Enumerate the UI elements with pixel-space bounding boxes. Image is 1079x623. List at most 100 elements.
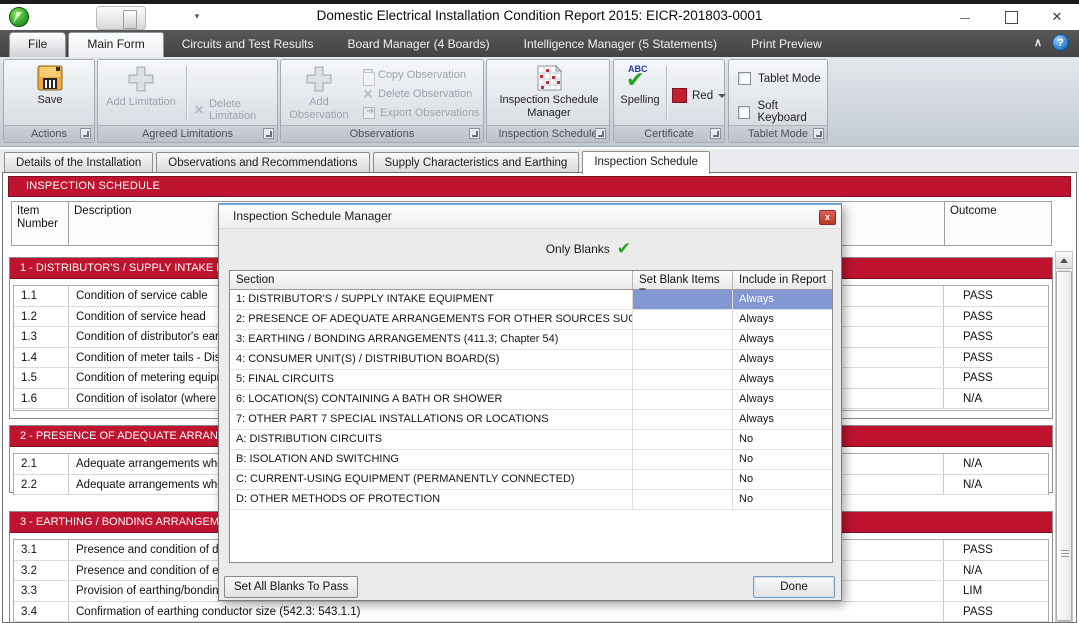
include-cell[interactable]: Always xyxy=(733,350,832,369)
include-cell[interactable]: No xyxy=(733,450,832,469)
done-button[interactable]: Done xyxy=(753,576,835,598)
item-outcome[interactable]: N/A xyxy=(943,561,1048,581)
item-outcome[interactable]: PASS xyxy=(943,348,1048,368)
collapse-ribbon-icon[interactable] xyxy=(1034,36,1042,49)
tab-intelligence-manager[interactable]: Intelligence Manager (5 Statements) xyxy=(508,33,733,57)
item-outcome[interactable]: LIM xyxy=(943,581,1048,601)
add-observation-button[interactable]: Add Observation xyxy=(285,64,353,122)
copy-observation-button[interactable]: Copy Observation xyxy=(363,67,466,83)
soft-keyboard-checkbox[interactable] xyxy=(738,106,750,119)
set-blank-cell[interactable] xyxy=(633,470,733,489)
include-cell[interactable]: No xyxy=(733,490,832,509)
item-number: 1.3 xyxy=(14,327,69,347)
dialog-row[interactable]: D: OTHER METHODS OF PROTECTION No xyxy=(230,490,832,510)
dialog-close-button[interactable] xyxy=(819,210,836,225)
include-cell[interactable]: Always xyxy=(733,390,832,409)
item-outcome[interactable]: N/A xyxy=(943,454,1048,474)
subtab-inspection-schedule[interactable]: Inspection Schedule xyxy=(582,151,710,174)
include-cell[interactable]: Always xyxy=(733,310,832,329)
export-observations-button[interactable]: Export Observations xyxy=(363,105,480,121)
dialog-row[interactable]: A: DISTRIBUTION CIRCUITS No xyxy=(230,430,832,450)
dialog-launcher-icon[interactable] xyxy=(469,128,480,139)
spelling-button[interactable]: ABC Spelling xyxy=(616,64,664,107)
quick-access-caret-icon[interactable] xyxy=(192,10,202,22)
scrollbar-up-icon[interactable] xyxy=(1056,252,1072,269)
dialog-launcher-icon[interactable] xyxy=(710,128,721,139)
vertical-scrollbar[interactable] xyxy=(1055,251,1073,622)
delete-limitation-button[interactable]: Delete Limitation xyxy=(194,102,277,118)
export-observations-icon xyxy=(363,107,375,119)
tab-print-preview[interactable]: Print Preview xyxy=(735,33,838,57)
subtab-observations-recommendations[interactable]: Observations and Recommendations xyxy=(156,152,369,173)
set-blank-cell[interactable] xyxy=(633,370,733,389)
only-blanks-check-icon xyxy=(617,241,631,257)
soft-keyboard-checkbox-row[interactable]: Soft Keyboard xyxy=(738,100,827,124)
only-blanks-toggle[interactable]: Only Blanks xyxy=(219,236,841,262)
app-logo-icon[interactable] xyxy=(9,7,29,27)
section-cell: 7: OTHER PART 7 SPECIAL INSTALLATIONS OR… xyxy=(230,410,633,429)
item-outcome[interactable]: PASS xyxy=(943,307,1048,327)
item-outcome[interactable]: N/A xyxy=(943,475,1048,495)
maximize-button[interactable] xyxy=(997,7,1025,27)
spelling-icon: ABC xyxy=(625,64,655,92)
include-cell[interactable]: Always xyxy=(733,370,832,389)
subtab-supply-characteristics[interactable]: Supply Characteristics and Earthing xyxy=(373,152,580,173)
dialog-launcher-icon[interactable] xyxy=(263,128,274,139)
dialog-row[interactable]: 7: OTHER PART 7 SPECIAL INSTALLATIONS OR… xyxy=(230,410,832,430)
dialog-launcher-icon[interactable] xyxy=(595,128,606,139)
subtab-details-of-installation[interactable]: Details of the Installation xyxy=(4,152,153,173)
tab-main-form[interactable]: Main Form xyxy=(68,32,163,57)
set-blank-cell[interactable] xyxy=(633,310,733,329)
set-blank-cell[interactable] xyxy=(633,390,733,409)
item-number: 3.3 xyxy=(14,581,69,601)
dialog-row[interactable]: 3: EARTHING / BONDING ARRANGEMENTS (411.… xyxy=(230,330,832,350)
delete-observation-button[interactable]: Delete Observation xyxy=(363,86,472,102)
item-outcome[interactable]: PASS xyxy=(943,368,1048,388)
item-outcome[interactable]: PASS xyxy=(943,540,1048,560)
tab-file[interactable]: File xyxy=(9,32,66,57)
include-cell[interactable]: Always xyxy=(733,410,832,429)
dialog-launcher-icon[interactable] xyxy=(80,128,91,139)
column-header-set-blank-items-to: Set Blank Items To xyxy=(633,271,733,289)
item-outcome[interactable]: PASS xyxy=(943,327,1048,347)
dialog-row[interactable]: B: ISOLATION AND SWITCHING No xyxy=(230,450,832,470)
item-outcome[interactable]: N/A xyxy=(943,389,1048,409)
dialog-launcher-icon[interactable] xyxy=(813,128,824,139)
tablet-mode-checkbox-row[interactable]: Tablet Mode xyxy=(738,72,821,85)
set-blank-cell[interactable] xyxy=(633,350,733,369)
quick-access-button[interactable] xyxy=(96,6,146,30)
group-certificate: ABC Spelling Red Certificate xyxy=(613,59,725,143)
set-blank-cell[interactable] xyxy=(633,490,733,509)
set-blank-cell[interactable] xyxy=(633,290,733,309)
include-cell[interactable]: No xyxy=(733,430,832,449)
set-blank-cell[interactable] xyxy=(633,330,733,349)
inspection-schedule-manager-button[interactable]: Inspection Schedule Manager xyxy=(499,64,599,120)
save-button[interactable]: Save xyxy=(20,64,80,107)
item-number: 1.6 xyxy=(14,389,69,409)
add-limitation-button[interactable]: Add Limitation xyxy=(102,64,180,109)
item-outcome[interactable]: PASS xyxy=(943,286,1048,306)
tab-circuits-and-test-results[interactable]: Circuits and Test Results xyxy=(166,33,330,57)
dialog-row[interactable]: 4: CONSUMER UNIT(S) / DISTRIBUTION BOARD… xyxy=(230,350,832,370)
set-blank-cell[interactable] xyxy=(633,410,733,429)
dialog-row[interactable]: C: CURRENT-USING EQUIPMENT (PERMANENTLY … xyxy=(230,470,832,490)
tab-board-manager[interactable]: Board Manager (4 Boards) xyxy=(332,33,506,57)
include-cell[interactable]: Always xyxy=(733,330,832,349)
help-icon[interactable] xyxy=(1052,34,1069,51)
dialog-row[interactable]: 2: PRESENCE OF ADEQUATE ARRANGEMENTS FOR… xyxy=(230,310,832,330)
minimize-button[interactable] xyxy=(951,7,979,27)
set-blank-cell[interactable] xyxy=(633,430,733,449)
certificate-colour-dropdown[interactable]: Red xyxy=(672,88,726,103)
item-outcome[interactable]: PASS xyxy=(943,602,1048,622)
close-button[interactable] xyxy=(1043,7,1071,27)
set-blank-cell[interactable] xyxy=(633,450,733,469)
tablet-mode-checkbox[interactable] xyxy=(738,72,751,85)
dialog-row[interactable]: 1: DISTRIBUTOR'S / SUPPLY INTAKE EQUIPME… xyxy=(230,290,832,310)
include-cell[interactable]: Always xyxy=(733,290,832,309)
include-cell[interactable]: No xyxy=(733,470,832,489)
set-all-blanks-to-pass-button[interactable]: Set All Blanks To Pass xyxy=(224,576,358,598)
dialog-row[interactable]: 5: FINAL CIRCUITS Always xyxy=(230,370,832,390)
titlebar: Domestic Electrical Installation Conditi… xyxy=(0,4,1079,30)
scrollbar-thumb[interactable] xyxy=(1056,271,1072,621)
dialog-row[interactable]: 6: LOCATION(S) CONTAINING A BATH OR SHOW… xyxy=(230,390,832,410)
